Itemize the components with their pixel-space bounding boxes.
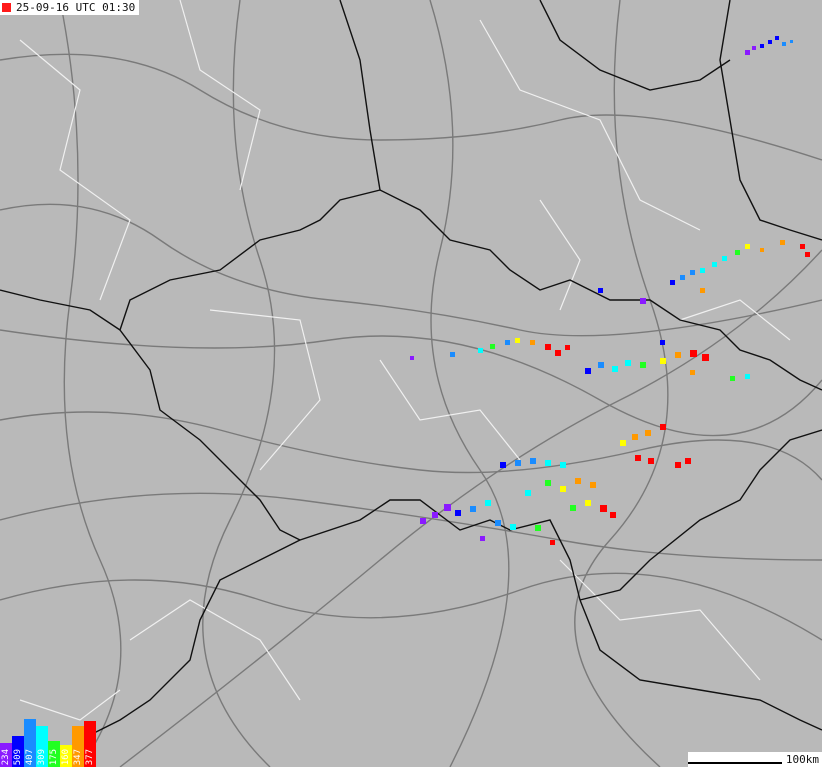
- scale-bar: 100km: [688, 752, 822, 767]
- legend-bar-2: 407: [24, 719, 36, 767]
- legend-bar-3: 309: [36, 726, 48, 767]
- legend-bar-6: 347: [72, 726, 84, 767]
- legend-label: 234: [1, 748, 11, 765]
- legend-bar-4: 175: [48, 741, 60, 767]
- lightning-map: [0, 0, 822, 767]
- timestamp-box: 25-09-16 UTC 01:30: [0, 0, 140, 15]
- legend-label: 160: [61, 748, 71, 765]
- legend-bar-5: 160: [60, 745, 72, 767]
- timestamp: 25-09-16 UTC 01:30: [16, 1, 136, 14]
- legend-label: 175: [49, 748, 59, 765]
- legend-label: 347: [73, 748, 83, 765]
- legend-label: 509: [13, 748, 23, 765]
- legend-label: 377: [85, 748, 95, 765]
- scale-label: 100km: [785, 753, 819, 766]
- legend-bar-7: 377: [84, 721, 96, 767]
- legend-bar-0: 234: [0, 743, 12, 767]
- legend-label: 407: [25, 748, 35, 765]
- scale-line: [688, 762, 782, 764]
- legend-label: 309: [37, 748, 47, 765]
- status-square-icon: [2, 3, 11, 12]
- legend-bar-1: 509: [12, 736, 24, 767]
- time-legend: 234 509 407 309 175 160 347 377: [0, 719, 96, 767]
